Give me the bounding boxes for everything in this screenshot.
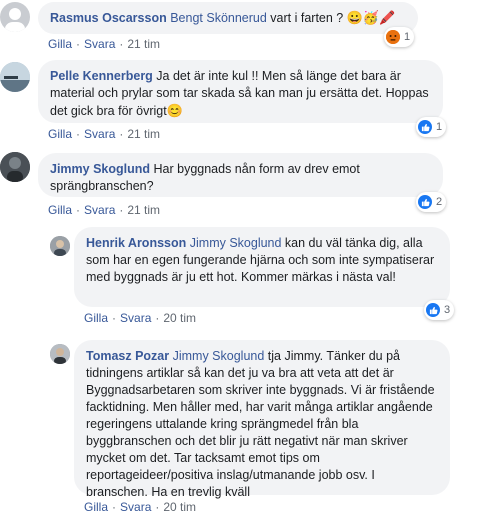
reaction-badge[interactable]: 1 <box>416 117 447 137</box>
reaction-count: 3 <box>444 304 451 316</box>
comment-actions: Gilla · Svara · 21 tim <box>48 37 161 51</box>
person-avatar-icon <box>50 344 70 364</box>
comment-actions: Gilla · Svara · 20 tim <box>84 311 197 325</box>
reaction-count: 1 <box>436 121 443 133</box>
timestamp[interactable]: 20 tim <box>163 311 196 325</box>
person-avatar-icon <box>50 236 70 256</box>
dark-avatar-icon <box>0 152 30 182</box>
comment-text: tja Jimmy. Tänker du på tidningens artik… <box>86 349 435 499</box>
comment-bubble: Rasmus Oscarsson Bengt Skönnerud vart i … <box>38 2 418 34</box>
reply-bubble: Tomasz Pozar Jimmy Skoglund tja Jimmy. T… <box>74 340 450 499</box>
timestamp[interactable]: 21 tim <box>127 203 160 217</box>
timestamp[interactable]: 20 tim <box>163 500 196 514</box>
landscape-avatar-icon <box>0 62 30 92</box>
comment-author[interactable]: Jimmy Skoglund <box>50 162 150 176</box>
avatar-placeholder-icon <box>5 8 25 32</box>
comment-actions: Gilla · Svara · 21 tim <box>48 203 161 217</box>
comment-author[interactable]: Pelle Kennerberg <box>50 69 153 83</box>
timestamp[interactable]: 21 tim <box>127 127 160 141</box>
avatar[interactable] <box>50 344 70 364</box>
avatar[interactable] <box>50 236 70 256</box>
like-button[interactable]: Gilla <box>84 311 108 325</box>
comment-author[interactable]: Henrik Aronsson <box>86 236 186 250</box>
comment-author[interactable]: Tomasz Pozar <box>86 349 169 363</box>
like-button[interactable]: Gilla <box>48 203 72 217</box>
reply-button[interactable]: Svara <box>120 311 151 325</box>
reply-button[interactable]: Svara <box>84 127 115 141</box>
reaction-badge[interactable]: 1 <box>384 27 415 47</box>
comment-bubble: Jimmy Skoglund Har byggnads nån form av … <box>38 153 443 197</box>
comment-author[interactable]: Rasmus Oscarsson <box>50 11 167 25</box>
avatar[interactable] <box>0 62 30 92</box>
reaction-badge[interactable]: 2 <box>416 192 447 212</box>
timestamp[interactable]: 21 tim <box>127 37 160 51</box>
like-reaction-icon <box>418 195 432 209</box>
reaction-count: 1 <box>404 31 411 43</box>
reaction-badge[interactable]: 3 <box>424 300 455 320</box>
like-button[interactable]: Gilla <box>48 37 72 51</box>
like-button[interactable]: Gilla <box>48 127 72 141</box>
like-reaction-icon <box>418 120 432 134</box>
reply-button[interactable]: Svara <box>84 37 115 51</box>
angry-reaction-icon <box>386 30 400 44</box>
comment-emojis: 😊 <box>166 103 183 118</box>
avatar[interactable] <box>0 2 30 32</box>
comment-actions: Gilla · Svara · 20 tim <box>84 500 197 514</box>
reply-button[interactable]: Svara <box>84 203 115 217</box>
comment-emojis: 😀🥳🖍️ <box>346 10 396 25</box>
reply-button[interactable]: Svara <box>120 500 151 514</box>
like-reaction-icon <box>426 303 440 317</box>
comment-text: vart i farten ? <box>266 11 347 25</box>
reply-bubble: Henrik Aronsson Jimmy Skoglund kan du vä… <box>74 227 450 307</box>
comment-bubble: Pelle Kennerberg Ja det är inte kul !! M… <box>38 60 443 123</box>
reaction-count: 2 <box>436 196 443 208</box>
like-button[interactable]: Gilla <box>84 500 108 514</box>
avatar[interactable] <box>0 152 30 182</box>
comment-actions: Gilla · Svara · 21 tim <box>48 127 161 141</box>
mention-link[interactable]: Jimmy Skoglund <box>173 349 265 363</box>
mention-link[interactable]: Jimmy Skoglund <box>190 236 282 250</box>
mention-link[interactable]: Bengt Skönnerud <box>170 11 267 25</box>
